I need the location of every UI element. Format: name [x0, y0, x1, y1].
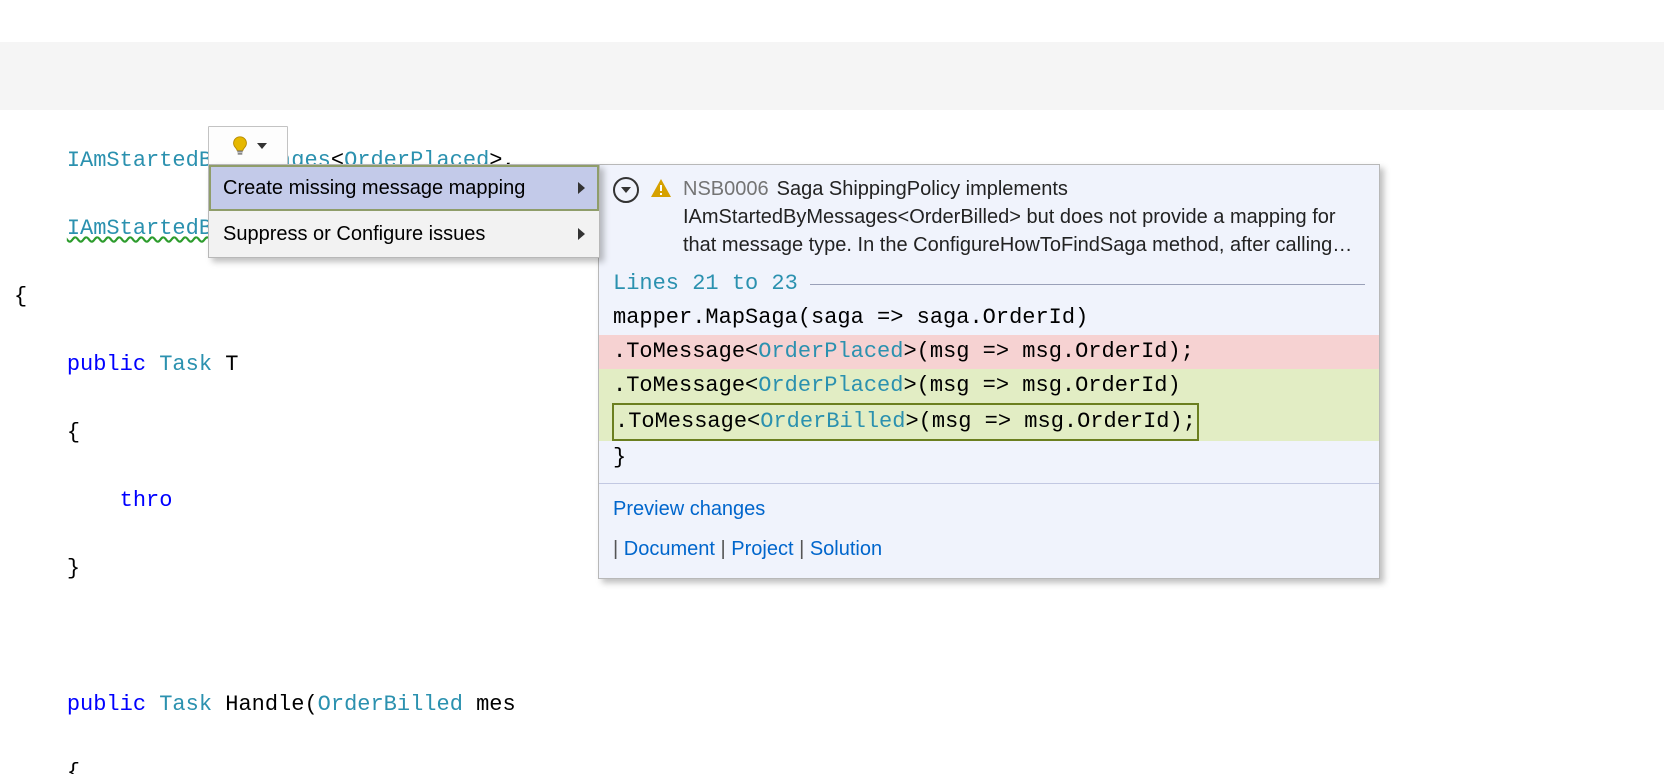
fix-preview-flyout: NSB0006Saga ShippingPolicy implements IA…: [598, 164, 1380, 579]
lightbulb-icon: [229, 135, 251, 157]
lightbulb-button[interactable]: [208, 126, 288, 166]
lp: (: [304, 692, 317, 717]
method-handle: Handle: [225, 692, 304, 717]
lines-header: Lines 21 to 23: [599, 265, 1379, 301]
scope-project-link[interactable]: Project: [731, 538, 793, 560]
kw-task2: Task: [159, 692, 212, 717]
throw-partial: thro: [120, 488, 173, 513]
submenu-arrow-icon: [578, 228, 585, 240]
scope-document-link[interactable]: Document: [624, 538, 715, 560]
preview-links-bar: Preview changes | Document | Project | S…: [599, 483, 1379, 578]
kw-public3: public: [67, 692, 146, 717]
submenu-arrow-icon: [578, 182, 585, 194]
lbrace2: {: [67, 420, 80, 445]
diagnostic-id: NSB0006: [683, 178, 769, 200]
diagnostic-header: NSB0006Saga ShippingPolicy implements IA…: [599, 165, 1379, 265]
warning-icon: [649, 177, 673, 201]
menu-item-label: Suppress or Configure issues: [223, 217, 485, 251]
scope-solution-link[interactable]: Solution: [810, 538, 882, 560]
diff-line-added-highlight: .ToMessage<OrderBilled>(msg => msg.Order…: [599, 403, 1379, 441]
lbrace: {: [14, 284, 27, 309]
quick-actions-menu: Create missing message mapping Suppress …: [208, 164, 600, 258]
diff-line-added: .ToMessage<OrderPlaced>(msg => msg.Order…: [599, 369, 1379, 403]
preview-changes-link[interactable]: Preview changes: [613, 498, 765, 520]
menu-item-create-mapping[interactable]: Create missing message mapping: [209, 165, 599, 211]
diff-line-context: mapper.MapSaga(saga => saga.OrderId): [599, 301, 1379, 335]
method-t: T: [225, 352, 238, 377]
rbrace2: }: [67, 556, 80, 581]
mes: mes: [476, 692, 516, 717]
chevron-down-icon: [257, 143, 267, 149]
t-orderbilled2: OrderBilled: [318, 692, 463, 717]
menu-item-label: Create missing message mapping: [223, 171, 525, 205]
expand-icon[interactable]: [613, 177, 639, 203]
diagnostic-text: NSB0006Saga ShippingPolicy implements IA…: [683, 175, 1365, 259]
diff-preview: Lines 21 to 23 mapper.MapSaga(saga => sa…: [599, 265, 1379, 483]
diff-line-removed: .ToMessage<OrderPlaced>(msg => msg.Order…: [599, 335, 1379, 369]
menu-item-suppress[interactable]: Suppress or Configure issues: [209, 211, 599, 257]
pipe-sep: |: [720, 538, 725, 560]
pipe-sep: |: [799, 538, 804, 560]
lbrace3: {: [67, 760, 80, 774]
pipe-sep: |: [613, 538, 618, 560]
diff-line-context: }: [599, 441, 1379, 475]
kw-public2: public: [67, 352, 146, 377]
kw-task: Task: [159, 352, 212, 377]
